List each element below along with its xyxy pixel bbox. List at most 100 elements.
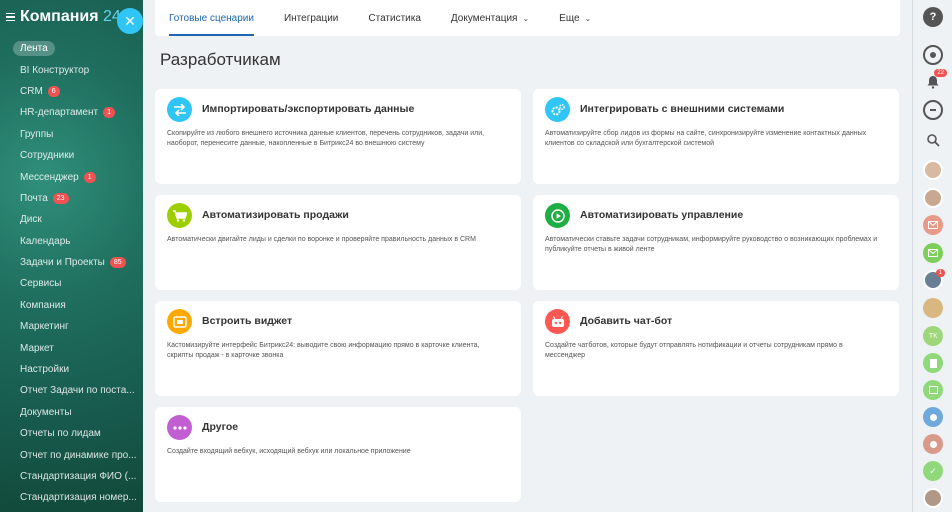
tab-label: Готовые сценарии [169, 12, 254, 24]
tab-integrations[interactable]: Интеграции [284, 0, 338, 36]
card-description: Кастомизируйте интерфейс Битрикс24: выво… [167, 342, 480, 359]
chat-search-icon[interactable] [923, 100, 943, 120]
sidebar-item-label: Диск [20, 214, 42, 226]
sidebar-item-label: Сотрудники [20, 150, 75, 162]
sidebar-item-name-std[interactable]: Стандартизация ФИО (... [0, 466, 143, 487]
sidebar-item-documents[interactable]: Документы [0, 402, 143, 423]
counter-badge: 23 [52, 192, 69, 204]
sidebar-menu: Лента BI Конструктор CRM 6 HR-департамент… [0, 34, 143, 509]
sidebar-item-label: Мессенджер [20, 171, 79, 183]
scenario-card-integrate[interactable]: Интегрировать с внешними системами Автом… [533, 89, 899, 184]
counter-badge: 6 [47, 85, 60, 97]
sidebar-item-marketing[interactable]: Маркетинг [0, 316, 143, 337]
sidebar-item-phone-std[interactable]: Стандартизация номер... [0, 487, 143, 508]
sidebar-item-label: Настройки [20, 364, 70, 376]
card-title: Автоматизировать продажи [202, 209, 349, 221]
chat-badge: 1 [935, 269, 945, 277]
sidebar-item-label: Лента [13, 41, 55, 57]
sidebar-item-groups[interactable]: Группы [0, 124, 143, 145]
mail-icon[interactable] [923, 215, 943, 235]
page-title: Разработчикам [160, 50, 281, 69]
avatar[interactable] [923, 160, 943, 180]
sidebar-item-dynamics-report[interactable]: Отчет по динамике про... [0, 444, 143, 465]
sidebar-item-label: BI Конструктор [20, 64, 90, 76]
help-icon[interactable]: ? [923, 7, 943, 27]
avatar[interactable] [923, 488, 943, 508]
sidebar-item-label: Отчеты по лидам [20, 428, 101, 440]
dots-icon [167, 415, 192, 440]
sidebar-item-feed[interactable]: Лента [0, 38, 143, 59]
logo-name: Компания [20, 8, 99, 25]
scenario-card-import-export[interactable]: Импортировать/экспортировать данные Скоп… [155, 89, 521, 184]
widget-icon [167, 309, 192, 334]
notification-badge: 22 [934, 69, 947, 77]
sidebar-item-bi[interactable]: BI Конструктор [0, 59, 143, 80]
card-title: Другое [202, 421, 239, 433]
cart-icon [167, 203, 192, 228]
card-title: Автоматизировать управление [580, 209, 744, 221]
sidebar-item-market[interactable]: Маркет [0, 337, 143, 358]
users-icon[interactable] [923, 407, 943, 427]
tab-documentation[interactable]: Документация ⌄ [451, 0, 529, 36]
card-description: Автоматически двигайте лиды и сделки по … [167, 236, 476, 243]
card-description: Создайте чатботов, которые будут отправл… [545, 342, 843, 359]
tab-ready-scenarios[interactable]: Готовые сценарии [169, 0, 254, 36]
search-icon[interactable] [923, 130, 943, 150]
scenario-card-management[interactable]: Автоматизировать управление Автоматическ… [533, 195, 899, 290]
sidebar-item-employees[interactable]: Сотрудники [0, 145, 143, 166]
sidebar-item-label: Отчет по динамике про... [20, 449, 137, 461]
checklist-icon[interactable]: ✓ [923, 461, 943, 481]
tab-label: Интеграции [283, 12, 339, 24]
top-tabs: Готовые сценарии Интеграции Статистика Д… [155, 0, 900, 36]
chat-group-icon[interactable]: ТК [923, 326, 943, 346]
sidebar-item-tasks[interactable]: Задачи и Проекты 85 [0, 252, 143, 273]
doc-icon[interactable] [923, 353, 943, 373]
sidebar-item-mail[interactable]: Почта 23 [0, 188, 143, 209]
bell-icon[interactable]: 22 [923, 69, 947, 92]
avatar[interactable]: 1 [923, 269, 945, 290]
counter-badge: 85 [109, 257, 126, 269]
chevron-down-icon: ⌄ [584, 13, 592, 23]
sidebar-item-crm[interactable]: CRM 6 [0, 81, 143, 102]
users-icon[interactable] [923, 434, 943, 454]
sidebar-item-report-tasks[interactable]: Отчет Задачи по поста... [0, 380, 143, 401]
gears-icon [545, 97, 570, 122]
sidebar-item-settings[interactable]: Настройки [0, 359, 143, 380]
sidebar-item-messenger[interactable]: Мессенджер 1 [0, 166, 143, 187]
right-panel: ? 22 1 ТК ✓ [912, 0, 952, 512]
group-avatar[interactable] [923, 298, 943, 318]
mail-icon[interactable] [923, 243, 943, 263]
close-button[interactable]: ✕ [117, 8, 143, 34]
scenario-card-other[interactable]: Другое Создайте входящий вебхук, исходящ… [155, 407, 521, 502]
sidebar-item-disk[interactable]: Диск [0, 209, 143, 230]
card-title: Интегрировать с внешними системами [580, 103, 785, 115]
sidebar-item-hr[interactable]: HR-департамент 1 [0, 102, 143, 123]
calendar-icon[interactable] [923, 380, 943, 400]
sidebar-item-label: Отчет Задачи по поста... [20, 385, 135, 397]
sidebar-item-label: Календарь [20, 235, 71, 247]
scenario-card-widget[interactable]: Встроить виджет Кастомизируйте интерфейс… [155, 301, 521, 396]
tab-statistics[interactable]: Статистика [368, 0, 421, 36]
tab-more[interactable]: Еще ⌄ [559, 0, 591, 36]
avatar[interactable] [923, 188, 943, 208]
tab-label: Статистика [368, 12, 421, 24]
chevron-down-icon: ⌄ [522, 13, 530, 23]
sidebar-item-lead-reports[interactable]: Отчеты по лидам [0, 423, 143, 444]
sidebar-item-label: Маркет [20, 342, 54, 354]
menu-icon[interactable] [6, 12, 15, 22]
card-description: Автоматически ставьте задачи сотрудникам… [545, 236, 878, 253]
arrows-swap-icon [167, 97, 192, 122]
sidebar-item-company[interactable]: Компания [0, 295, 143, 316]
sidebar-item-calendar[interactable]: Календарь [0, 231, 143, 252]
sidebar-item-label: Компания [20, 299, 66, 311]
scenario-card-sales[interactable]: Автоматизировать продажи Автоматически д… [155, 195, 521, 290]
counter-badge: 1 [103, 107, 115, 119]
timeman-icon[interactable] [923, 45, 943, 65]
sidebar-item-services[interactable]: Сервисы [0, 273, 143, 294]
scenario-card-chatbot[interactable]: Добавить чат-бот Создайте чатботов, кото… [533, 301, 899, 396]
company-logo[interactable]: Компания 24 [20, 8, 121, 26]
card-title: Импортировать/экспортировать данные [202, 103, 415, 115]
sidebar-item-label: Почта [20, 192, 48, 204]
card-description: Автоматизируйте сбор лидов из формы на с… [545, 130, 867, 147]
main-content: Готовые сценарии Интеграции Статистика Д… [143, 0, 912, 512]
